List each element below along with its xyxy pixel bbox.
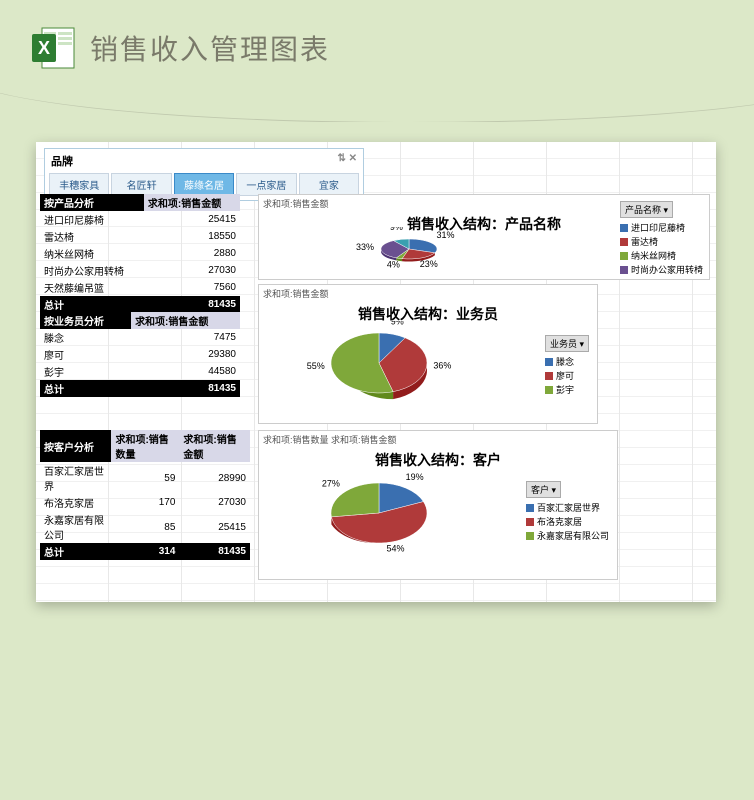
legend-swatch xyxy=(526,532,534,540)
legend-title[interactable]: 客户 ▾ xyxy=(526,481,561,498)
legend-swatch xyxy=(545,358,553,366)
legend-item: 百家汇家居世界 xyxy=(526,501,609,514)
svg-text:36%: 36% xyxy=(433,361,451,371)
legend-item: 雷达椅 xyxy=(620,235,703,248)
page-title: 销售收入管理图表 xyxy=(90,28,330,68)
chart-customer[interactable]: 求和项:销售数量 求和项:销售金额 销售收入结构：客户 19%54%27% 客户… xyxy=(258,430,618,580)
table-row[interactable]: 廖可29380 xyxy=(40,346,240,363)
svg-text:31%: 31% xyxy=(437,230,455,240)
pivot-cust-total-qty: 314 xyxy=(111,543,179,560)
table-row[interactable]: 时尚办公家用转椅27030 xyxy=(40,262,240,279)
svg-text:33%: 33% xyxy=(356,242,374,252)
page-header: X 销售收入管理图表 xyxy=(0,0,754,82)
pivot-product-hdr1: 求和项:销售金额 xyxy=(144,194,240,211)
pivot-sales[interactable]: 按业务员分析 求和项:销售金额 滕念7475廖可29380彭宇44580 总计 … xyxy=(40,312,240,397)
svg-text:9%: 9% xyxy=(391,321,404,327)
pie-sales: 9% 36% 55% xyxy=(299,321,459,421)
pivot-product-hdr0: 按产品分析 xyxy=(40,194,144,211)
legend-swatch xyxy=(545,372,553,380)
chart-sales-field: 求和项:销售金额 xyxy=(259,285,597,302)
svg-text:19%: 19% xyxy=(406,472,424,482)
legend-customer: 客户 ▾ 百家汇家居世界布洛克家居永嘉家居有限公司 xyxy=(526,481,609,543)
pivot-product-total-val: 81435 xyxy=(144,296,240,313)
legend-item: 滕念 xyxy=(545,355,589,368)
svg-text:55%: 55% xyxy=(307,361,325,371)
pivot-customer[interactable]: 按客户分析 求和项:销售数量 求和项:销售金额 百家汇家居世界5928990布洛… xyxy=(40,430,250,560)
pie-product: 31% 23% 4% 33% 9% xyxy=(319,227,499,277)
legend-swatch xyxy=(620,252,628,260)
legend-item: 布洛克家居 xyxy=(526,515,609,528)
svg-text:9%: 9% xyxy=(390,227,403,232)
svg-text:27%: 27% xyxy=(322,479,340,489)
legend-item: 纳米丝网椅 xyxy=(620,249,703,262)
legend-swatch xyxy=(526,504,534,512)
pivot-sales-total-val: 81435 xyxy=(131,380,240,397)
pivot-product[interactable]: 按产品分析 求和项:销售金额 进口印尼藤椅25415雷达椅18550纳米丝网椅2… xyxy=(40,194,240,313)
legend-item: 进口印尼藤椅 xyxy=(620,221,703,234)
legend-title[interactable]: 产品名称 ▾ xyxy=(620,201,673,218)
legend-swatch xyxy=(545,386,553,394)
legend-item: 永嘉家居有限公司 xyxy=(526,529,609,542)
pivot-cust-hdr1: 求和项:销售数量 xyxy=(111,430,179,462)
table-row[interactable]: 百家汇家居世界5928990 xyxy=(40,462,250,494)
header-divider xyxy=(0,82,754,122)
slicer-title: 品牌 xyxy=(51,153,73,169)
table-row[interactable]: 永嘉家居有限公司8525415 xyxy=(40,511,250,543)
pivot-cust-hdr2: 求和项:销售金额 xyxy=(179,430,250,462)
table-row[interactable]: 雷达椅18550 xyxy=(40,228,240,245)
slicer-btn-0[interactable]: 丰穗家具 xyxy=(49,173,109,196)
pivot-sales-total-label: 总计 xyxy=(40,380,131,397)
svg-text:X: X xyxy=(38,38,50,58)
pivot-product-total-label: 总计 xyxy=(40,296,144,313)
svg-text:23%: 23% xyxy=(420,259,438,269)
chart-product[interactable]: 求和项:销售金额 销售收入结构：产品名称 31%23%4%33%9% 产品名称 … xyxy=(258,194,710,280)
chart-sales[interactable]: 求和项:销售金额 销售收入结构：业务员 9%36%55% 业务员 ▾滕念廖可彭宇 xyxy=(258,284,598,424)
slicer-btn-1[interactable]: 名匠轩 xyxy=(111,173,171,196)
legend-item: 时尚办公家用转椅 xyxy=(620,263,703,276)
legend-title[interactable]: 业务员 ▾ xyxy=(545,335,589,352)
slicer-btn-3[interactable]: 一点家居 xyxy=(236,173,296,196)
pivot-cust-hdr0: 按客户分析 xyxy=(40,430,111,462)
legend-swatch xyxy=(526,518,534,526)
pivot-sales-hdr1: 求和项:销售金额 xyxy=(131,312,240,329)
pivot-cust-total-val: 81435 xyxy=(179,543,250,560)
legend-product: 产品名称 ▾ 进口印尼藤椅雷达椅纳米丝网椅时尚办公家用转椅 xyxy=(620,201,703,277)
slicer-controls[interactable]: ⇅ ✕ xyxy=(337,153,357,169)
table-row[interactable]: 纳米丝网椅2880 xyxy=(40,245,240,262)
svg-text:54%: 54% xyxy=(386,544,404,554)
table-row[interactable]: 进口印尼藤椅25415 xyxy=(40,211,240,228)
chart-customer-field: 求和项:销售数量 求和项:销售金额 xyxy=(259,431,617,448)
slicer-btn-4[interactable]: 宜家 xyxy=(299,173,359,196)
table-row[interactable]: 彭宇44580 xyxy=(40,363,240,380)
pie-customer: 19% 54% 27% xyxy=(299,465,459,575)
legend-swatch xyxy=(620,224,628,232)
table-row[interactable]: 布洛克家居17027030 xyxy=(40,494,250,511)
spreadsheet: 品牌 ⇅ ✕ 丰穗家具名匠轩藤缘名居一点家居宜家 按产品分析 求和项:销售金额 … xyxy=(36,142,716,602)
pivot-sales-hdr0: 按业务员分析 xyxy=(40,312,131,329)
legend-sales: 业务员 ▾ 滕念廖可彭宇 xyxy=(545,335,589,397)
legend-swatch xyxy=(620,238,628,246)
legend-item: 廖可 xyxy=(545,369,589,382)
svg-text:4%: 4% xyxy=(387,260,400,270)
table-row[interactable]: 天然藤编吊篮7560 xyxy=(40,279,240,296)
excel-icon: X xyxy=(30,24,78,72)
table-row[interactable]: 滕念7475 xyxy=(40,329,240,346)
pivot-cust-total-label: 总计 xyxy=(40,543,111,560)
legend-swatch xyxy=(620,266,628,274)
slicer-btn-2[interactable]: 藤缘名居 xyxy=(174,173,234,196)
legend-item: 彭宇 xyxy=(545,383,589,396)
